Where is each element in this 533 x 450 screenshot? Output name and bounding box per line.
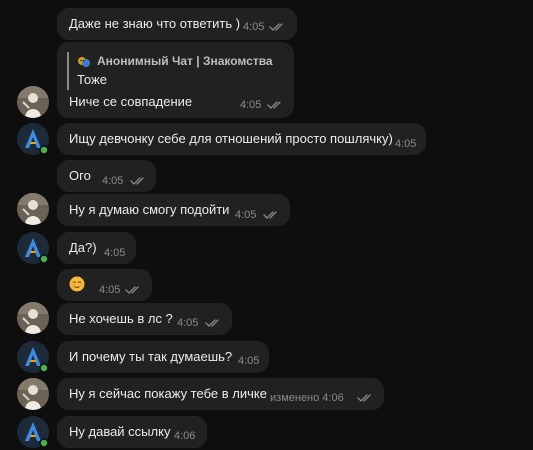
message-time: 4:05 [235,209,257,221]
quote-text: Тоже [77,72,107,87]
blue-a-logo-icon [17,416,49,448]
message-bubble[interactable]: Анонимный Чат | Знакомства Тоже Ниче се … [57,42,294,118]
message-text: Ну я сейчас покажу тебе в личке [69,386,267,401]
avatar[interactable] [17,86,49,118]
reply-quote[interactable]: Анонимный Чат | Знакомства Тоже [67,52,287,90]
double-check-icon [125,286,139,294]
avatar[interactable] [17,416,49,448]
double-check-icon [269,23,283,31]
relieved-face-icon [69,276,85,292]
avatar[interactable] [17,193,49,225]
mask-icon [78,57,90,67]
avatar[interactable] [17,302,49,334]
message-text: И почему ты так думаешь? [69,349,233,364]
avatar[interactable] [17,232,49,264]
blue-a-logo-icon [17,123,49,155]
blue-a-logo-icon [17,232,49,264]
message-time: 4:05 [243,21,265,33]
double-check-icon [263,211,277,219]
chat-area: Даже не знаю что ответить ) 4:05 Анонимн… [0,0,533,450]
message-time: 4:05 [177,317,199,329]
message-bubble[interactable]: Ну давай ссылку 4:06 [57,416,207,448]
message-bubble[interactable]: Ну я сейчас покажу тебе в личке изменено… [57,378,384,410]
message-bubble[interactable]: Ого 4:05 [57,160,156,192]
message-text: Ого [69,168,91,183]
person-photo-icon [17,302,49,334]
avatar[interactable] [17,378,49,410]
message-time: 4:05 [102,175,124,187]
double-check-icon [267,101,281,109]
message-bubble[interactable]: Ну я думаю смогу подойти 4:05 [57,194,290,226]
message-time: 4:06 [174,430,196,442]
message-time: 4:05 [238,355,260,367]
person-photo-icon [17,86,49,118]
message-bubble[interactable]: Не хочешь в лс ? 4:05 [57,303,232,335]
message-bubble[interactable]: Ищу девчонку себе для отношений просто п… [57,123,426,155]
person-photo-icon [17,193,49,225]
avatar[interactable] [17,123,49,155]
double-check-icon [130,177,144,185]
message-bubble[interactable]: 4:05 [57,269,152,301]
message-bubble[interactable]: Даже не знаю что ответить ) 4:05 [57,8,297,40]
message-bubble[interactable]: Да?) 4:05 [57,232,136,264]
message-time: 4:05 [99,284,121,296]
message-bubble[interactable]: И почему ты так думаешь? 4:05 [57,341,269,373]
double-check-icon [205,319,219,327]
quote-author: Анонимный Чат | Знакомства [97,54,273,68]
message-text: Ниче се совпадение [69,94,193,109]
message-time: 4:05 [395,138,417,150]
message-text: Да?) [69,240,97,255]
message-text: Ну я думаю смогу подойти [69,202,230,217]
message-time: изменено 4:06 [270,392,344,404]
avatar[interactable] [17,341,49,373]
message-text: Даже не знаю что ответить ) [69,16,241,31]
message-text: Не хочешь в лс ? [69,311,173,326]
message-text: Ну давай ссылку [69,424,171,439]
message-time: 4:05 [240,99,262,111]
message-text: Ищу девчонку себе для отношений просто п… [69,131,393,146]
blue-a-logo-icon [17,341,49,373]
double-check-icon [357,394,371,402]
person-photo-icon [17,378,49,410]
message-time: 4:05 [104,247,126,259]
